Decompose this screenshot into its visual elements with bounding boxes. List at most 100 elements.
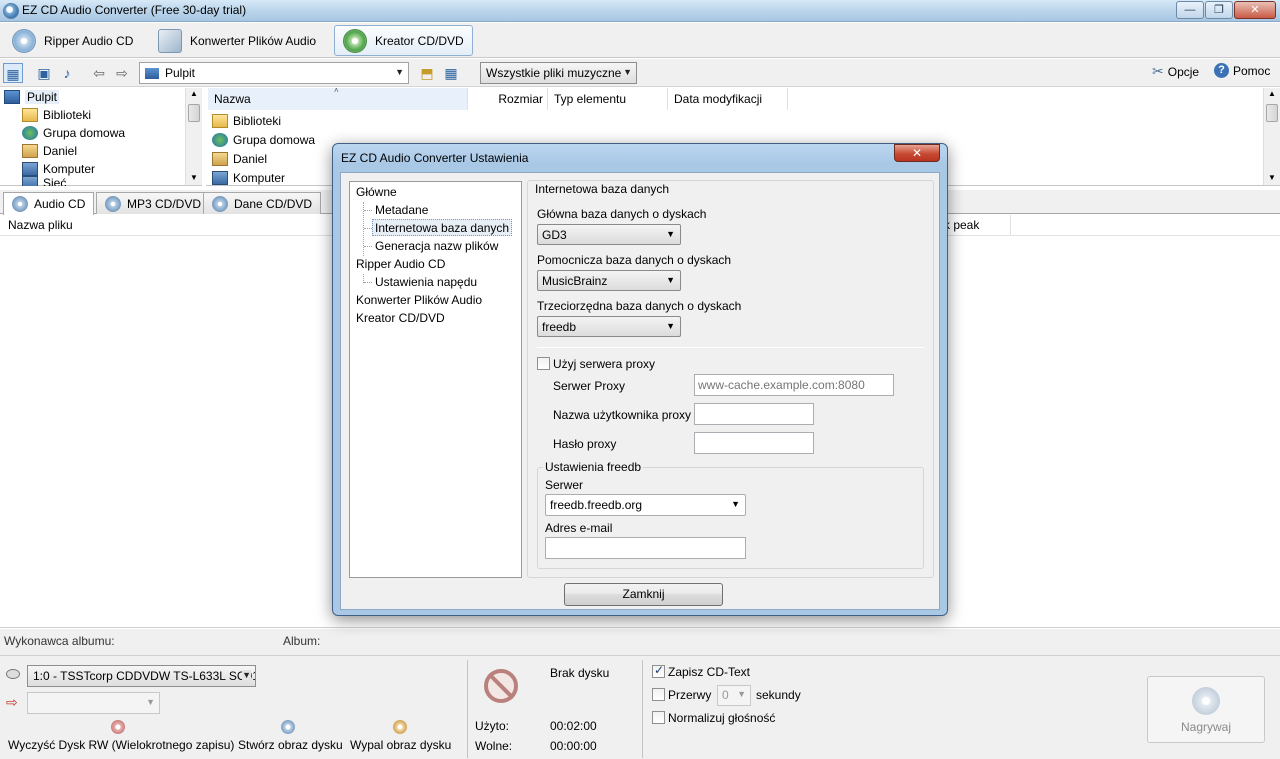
tree-item-user[interactable]: Daniel	[22, 142, 77, 160]
nav-general[interactable]: Główne	[354, 184, 399, 201]
burn-image-icon[interactable]	[393, 720, 407, 734]
folder-view-icon[interactable]: ▦	[3, 63, 23, 83]
secondary-db-select[interactable]: MusicBrainz ▼	[537, 270, 681, 291]
tree-line	[364, 282, 372, 283]
used-value: 00:02:00	[550, 719, 597, 733]
view-options-icon[interactable]: ▦	[441, 63, 461, 83]
list-item[interactable]: Komputer	[212, 169, 285, 187]
tree-item-homegroup[interactable]: Grupa domowa	[22, 124, 125, 142]
scroll-thumb[interactable]	[1266, 104, 1278, 122]
file-filter-combo[interactable]: Wszystkie pliki muzyczne ▼	[480, 62, 637, 84]
minimize-button[interactable]: —	[1176, 1, 1204, 19]
create-image-button[interactable]: Stwórz obraz dysku	[238, 738, 343, 752]
tab-cd-creator[interactable]: Kreator CD/DVD	[334, 25, 473, 56]
list-item[interactable]: Grupa domowa	[212, 131, 315, 149]
computer-icon[interactable]: ▣	[34, 63, 54, 83]
tab-mp3-cd[interactable]: MP3 CD/DVD	[96, 192, 211, 214]
user-folder-icon	[212, 152, 228, 166]
normalize-checkbox[interactable]	[652, 711, 665, 724]
cd-icon	[212, 195, 228, 212]
music-note-icon[interactable]: ♪	[57, 63, 77, 83]
proxy-server-input[interactable]	[694, 374, 894, 396]
column-peak[interactable]: k peak	[944, 218, 979, 232]
options-button[interactable]: ✂ Opcje	[1152, 63, 1199, 80]
cd-icon	[12, 196, 28, 212]
tree-item-network[interactable]: Sieć	[22, 176, 66, 186]
email-input[interactable]	[545, 537, 746, 559]
disc-image-icon[interactable]	[281, 720, 295, 734]
divider	[467, 660, 468, 758]
tab-data-cd[interactable]: Dane CD/DVD	[203, 192, 322, 214]
tree-scrollbar[interactable]: ▲ ▼	[185, 88, 202, 185]
tree-item-desktop[interactable]: Pulpit	[4, 88, 60, 106]
list-item[interactable]: Biblioteki	[212, 112, 281, 130]
scroll-up-icon[interactable]: ▲	[1268, 89, 1276, 98]
nav-converter[interactable]: Konwerter Plików Audio	[354, 292, 484, 309]
divider	[642, 660, 643, 758]
erase-disc-icon[interactable]	[111, 720, 125, 734]
primary-db-select[interactable]: GD3 ▼	[537, 224, 681, 245]
scroll-down-icon[interactable]: ▼	[1268, 173, 1276, 182]
freedb-server-select[interactable]: freedb.freedb.org ▼	[545, 494, 746, 516]
nav-drive-settings[interactable]: Ustawienia napędu	[373, 274, 479, 291]
tab-label: MP3 CD/DVD	[127, 196, 202, 211]
folder-up-icon[interactable]: ⬒	[417, 63, 437, 83]
list-scrollbar[interactable]: ▲ ▼	[1263, 88, 1280, 185]
forward-arrow-icon[interactable]: ⇨	[112, 63, 132, 83]
list-item-label: Komputer	[233, 171, 286, 185]
scroll-down-icon[interactable]: ▼	[190, 173, 198, 182]
tools-icon: ✂	[1152, 63, 1164, 79]
cdtext-checkbox[interactable]	[652, 663, 665, 678]
list-item[interactable]: Daniel	[212, 150, 267, 168]
location-combo[interactable]: Pulpit ▼	[139, 62, 409, 84]
back-arrow-icon[interactable]: ⇦	[89, 63, 109, 83]
proxy-user-input[interactable]	[694, 403, 814, 425]
album-info-bar: Wykonawca albumu: Album:	[0, 629, 1280, 655]
chevron-down-icon: ▼	[146, 697, 155, 707]
chevron-down-icon: ▼	[623, 67, 632, 77]
gaps-checkbox[interactable]	[652, 688, 665, 701]
tree-item-libraries[interactable]: Biblioteki	[22, 106, 91, 124]
help-button[interactable]: ? Pomoc	[1214, 63, 1270, 78]
maximize-button[interactable]: ❐	[1205, 1, 1233, 19]
proxy-password-label: Hasło proxy	[553, 437, 617, 451]
burn-image-button[interactable]: Wypal obraz dysku	[350, 738, 451, 752]
dialog-title: EZ CD Audio Converter Ustawienia	[341, 151, 529, 165]
proxy-password-input[interactable]	[694, 432, 814, 454]
column-type[interactable]: Typ elementu	[548, 88, 668, 110]
column-filename[interactable]: Nazwa pliku	[8, 218, 73, 232]
nav-cd-creator[interactable]: Kreator CD/DVD	[354, 310, 447, 327]
nav-metadata[interactable]: Metadane	[373, 202, 430, 219]
speed-select[interactable]: ▼	[27, 692, 160, 714]
tab-audio-cd[interactable]: Audio CD	[3, 192, 95, 215]
tab-label: Dane CD/DVD	[234, 196, 313, 211]
section-title: Internetowa baza danych	[533, 182, 672, 196]
gaps-seconds-select[interactable]: 0 ▼	[717, 685, 751, 706]
tree-label: Daniel	[43, 144, 78, 158]
dialog-close-button[interactable]: ✕	[894, 144, 940, 162]
drive-select[interactable]: 1:0 - TSSTcorp CDDVDW TS-L633L SC01 ▼	[27, 665, 256, 687]
file-filter-value: Wszystkie pliki muzyczne	[486, 66, 622, 80]
nav-online-db[interactable]: Internetowa baza danych	[372, 219, 513, 236]
burn-button[interactable]: Nagrywaj	[1147, 676, 1265, 743]
nav-ripper[interactable]: Ripper Audio CD	[354, 256, 447, 273]
scroll-up-icon[interactable]: ▲	[190, 89, 198, 98]
column-modified[interactable]: Data modyfikacji	[668, 88, 788, 110]
use-proxy-checkbox[interactable]	[537, 357, 550, 370]
nav-file-naming[interactable]: Generacja nazw plików	[373, 238, 500, 255]
computer-icon	[22, 162, 38, 176]
erase-rw-button[interactable]: Wyczyść Dysk RW (Wielokrotnego zapisu)	[8, 738, 234, 752]
list-item-label: Daniel	[233, 152, 268, 166]
tab-ripper-audio-cd[interactable]: Ripper Audio CD	[4, 25, 141, 56]
column-size[interactable]: Rozmiar	[468, 88, 548, 110]
close-window-button[interactable]: ✕	[1234, 1, 1276, 19]
chevron-down-icon: ▼	[731, 499, 740, 509]
tertiary-db-select[interactable]: freedb ▼	[537, 316, 681, 337]
free-label: Wolne:	[475, 739, 513, 753]
column-name[interactable]: Nazwa ˄	[208, 86, 468, 110]
scroll-thumb[interactable]	[188, 104, 200, 122]
close-settings-button[interactable]: Zamknij	[564, 583, 723, 606]
desktop-icon	[4, 90, 20, 104]
tab-audio-converter[interactable]: Konwerter Plików Audio	[150, 25, 324, 56]
gaps-label: Przerwy	[668, 688, 712, 702]
